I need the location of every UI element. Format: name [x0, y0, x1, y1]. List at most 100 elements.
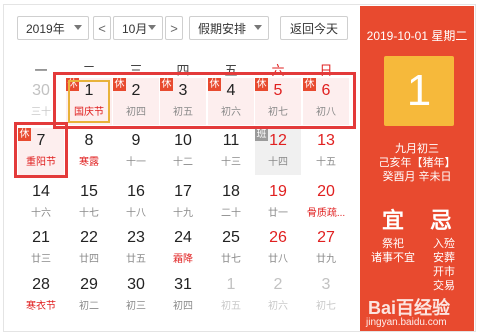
back-to-today-button[interactable]: 返回今天	[280, 16, 348, 40]
day-number: 9	[131, 132, 141, 149]
day-cell[interactable]: 休 3 初五	[160, 78, 206, 125]
day-cell[interactable]: 休 2 初四	[113, 78, 159, 125]
lunar-label: 廿九	[316, 254, 336, 265]
day-cell[interactable]: 20 骨质疏...	[303, 179, 349, 226]
lunar-label: 廿四	[79, 254, 99, 265]
lunar-label: 十三	[221, 157, 241, 168]
lunar-label: 初六	[221, 107, 241, 118]
day-cell[interactable]: 1 初五	[208, 272, 254, 319]
day-cell[interactable]: 班 12 十四	[255, 128, 301, 175]
lunar-label: 十八	[126, 208, 146, 219]
baidu-watermark-url: jingyan.baidu.com	[366, 317, 447, 328]
day-cell[interactable]: 25 廿七	[208, 225, 254, 272]
day-cell[interactable]: 26 廿八	[255, 225, 301, 272]
lunar-label: 十九	[173, 208, 193, 219]
chevron-down-icon	[254, 25, 262, 30]
lunar-label: 国庆节	[74, 107, 104, 118]
day-number: 30	[32, 82, 50, 99]
day-cell[interactable]: 27 廿九	[303, 225, 349, 272]
lunar-label: 初四	[126, 107, 146, 118]
day-cell[interactable]: 14 十六	[18, 179, 64, 226]
day-cell[interactable]: 21 廿三	[18, 225, 64, 272]
day-cell[interactable]: 17 十九	[160, 179, 206, 226]
day-number: 20	[317, 183, 335, 200]
day-number: 11	[222, 132, 240, 149]
lunar-label: 廿七	[221, 254, 241, 265]
next-month-button[interactable]: >	[165, 16, 183, 40]
day-number: 2	[273, 276, 283, 293]
day-cell[interactable]: 9 十一	[113, 128, 159, 175]
day-cell[interactable]: 30 初三	[113, 272, 159, 319]
lunar-label: 十二	[173, 157, 193, 168]
holiday-select[interactable]: 假期安排	[189, 16, 269, 40]
holiday-select-value: 假期安排	[198, 21, 247, 36]
lunar-label: 二十	[221, 208, 241, 219]
chevron-left-icon: <	[98, 20, 106, 36]
day-number: 30	[127, 276, 145, 293]
day-cell[interactable]: 8 寒露	[66, 128, 112, 175]
lunar-label: 十六	[31, 208, 51, 219]
day-number: 7	[36, 132, 46, 149]
day-number: 15	[80, 183, 98, 200]
day-cell[interactable]: 15 十七	[66, 179, 112, 226]
day-cell[interactable]: 休 4 初六	[208, 78, 254, 125]
day-number: 6	[321, 82, 331, 99]
day-cell[interactable]: 30 三十	[18, 78, 64, 125]
day-cell[interactable]: 16 十八	[113, 179, 159, 226]
lunar-label: 初四	[173, 301, 193, 312]
day-number: 22	[80, 229, 98, 246]
year-select[interactable]: 2019年	[17, 16, 89, 40]
day-cell[interactable]: 休 7 重阳节	[18, 128, 64, 175]
weekday-label: 日	[319, 63, 333, 78]
lunar-label: 初二	[79, 301, 99, 312]
back-to-today-label: 返回今天	[289, 21, 338, 36]
day-number: 10	[174, 132, 192, 149]
suitable-heading: 宜	[382, 208, 405, 233]
day-cell[interactable]: 13 十五	[303, 128, 349, 175]
lunar-label: 寒衣节	[26, 301, 56, 312]
day-cell[interactable]: 23 廿五	[113, 225, 159, 272]
lunar-label: 廿五	[126, 254, 146, 265]
weekday-label: 六	[271, 63, 285, 78]
day-cell[interactable]: 22 廿四	[66, 225, 112, 272]
lunar-label: 寒露	[79, 157, 99, 168]
selected-day-number: 1	[384, 56, 454, 126]
weekday-label: 五	[224, 63, 238, 78]
day-cell[interactable]: 3 初七	[303, 272, 349, 319]
day-cell[interactable]: 10 十二	[160, 128, 206, 175]
holiday-badge: 休	[66, 78, 79, 91]
day-cell[interactable]: 2 初六	[255, 272, 301, 319]
lunar-label: 廿三	[31, 254, 51, 265]
day-cell[interactable]: 18 二十	[208, 179, 254, 226]
day-cell[interactable]: 29 初二	[66, 272, 112, 319]
day-cell[interactable]: 休 1 国庆节	[66, 78, 112, 125]
day-cell[interactable]: 休 5 初七	[255, 78, 301, 125]
avoid-item: 交易	[433, 280, 455, 292]
selected-date: 2019-10-01 星期二	[366, 29, 468, 43]
lunar-label: 初五	[221, 301, 241, 312]
weekday-label: 二	[82, 63, 96, 78]
day-cell[interactable]: 28 寒衣节	[18, 272, 64, 319]
lunar-label: 初八	[316, 107, 336, 118]
chevron-right-icon: >	[170, 20, 178, 36]
day-number: 21	[32, 229, 50, 246]
day-cell[interactable]: 19 廿一	[255, 179, 301, 226]
lunar-label: 十七	[79, 208, 99, 219]
day-cell[interactable]: 休 6 初八	[303, 78, 349, 125]
lunar-label: 初七	[316, 301, 336, 312]
month-select[interactable]: 10月	[113, 16, 163, 40]
lunar-label: 重阳节	[26, 157, 56, 168]
day-number: 27	[317, 229, 335, 246]
day-number: 13	[317, 132, 335, 149]
prev-month-button[interactable]: <	[93, 16, 111, 40]
day-cell[interactable]: 11 十三	[208, 128, 254, 175]
day-number: 19	[269, 183, 287, 200]
day-number: 1	[226, 276, 236, 293]
day-number: 14	[32, 183, 50, 200]
day-number: 4	[226, 82, 236, 99]
day-number: 16	[127, 183, 145, 200]
lunar-label: 十一	[126, 157, 146, 168]
day-cell[interactable]: 24 霜降	[160, 225, 206, 272]
day-cell[interactable]: 31 初四	[160, 272, 206, 319]
chevron-down-icon	[74, 25, 82, 30]
